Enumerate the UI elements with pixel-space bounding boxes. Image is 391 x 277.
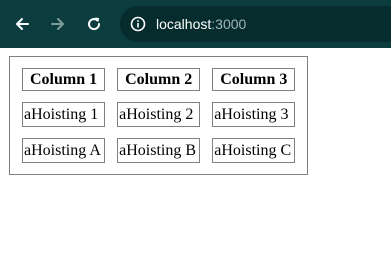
column-header: Column 3 [212,68,296,91]
column-header: Column 1 [22,68,106,91]
table-cell: aHoisting 1 [22,102,106,127]
data-table: Column 1 Column 2 Column 3 aHoisting 1 a… [9,56,309,175]
reload-icon [88,17,101,31]
browser-toolbar: localhost:3000 [0,0,391,48]
table-cell: aHoisting 3 [212,102,296,127]
back-button[interactable] [10,12,34,36]
page-content: Column 1 Column 2 Column 3 aHoisting 1 a… [0,48,391,277]
table-row: aHoisting 1 aHoisting 2 aHoisting 3 [22,102,296,127]
url-port: :3000 [211,16,247,32]
table-header-row: Column 1 Column 2 Column 3 [22,68,296,91]
table-cell: aHoisting B [117,138,201,163]
table-row: aHoisting A aHoisting B aHoisting C [22,138,296,163]
reload-button[interactable] [82,12,106,36]
info-icon[interactable] [130,16,146,32]
url-host: localhost [156,16,212,32]
arrow-right-icon [51,18,64,30]
table-cell: aHoisting 2 [117,102,201,127]
url-text[interactable]: localhost:3000 [156,16,246,32]
forward-button[interactable] [46,12,70,36]
table-cell: aHoisting A [22,138,106,163]
address-bar[interactable]: localhost:3000 [120,6,391,42]
arrow-left-icon [16,18,29,30]
table-cell: aHoisting C [212,138,296,163]
column-header: Column 2 [117,68,201,91]
